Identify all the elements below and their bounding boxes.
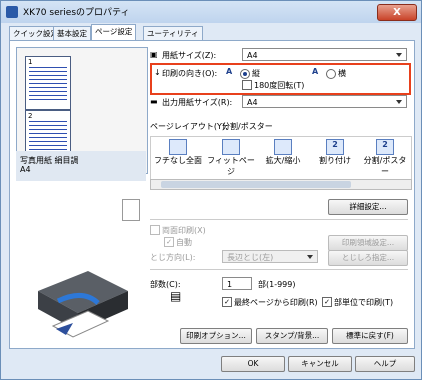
- portrait-icon: A: [226, 67, 233, 76]
- scrollbar-thumb[interactable]: [161, 181, 351, 188]
- cancel-button[interactable]: キャンセル: [288, 356, 352, 372]
- printer-icon: [6, 6, 18, 18]
- properties-window: XK70 seriesのプロパティ X クイック設定 基本設定 ページ設定 ユー…: [0, 0, 422, 380]
- page-size-label: 用紙サイズ(Z):: [162, 51, 217, 60]
- portrait-radio[interactable]: [240, 69, 250, 79]
- title-bar: XK70 seriesのプロパティ X: [1, 1, 421, 23]
- output-size-label: 出力用紙サイズ(R):: [162, 98, 233, 107]
- page-layout-label: ページレイアウト(Y):: [150, 122, 228, 131]
- portrait-label: 縦: [252, 69, 260, 78]
- fit-page-icon: [222, 139, 240, 155]
- defaults-button[interactable]: 標準に戻す(F): [332, 328, 408, 344]
- binding-label: とじ方向(L):: [150, 253, 196, 262]
- ok-button[interactable]: OK: [221, 356, 285, 372]
- preview-page-1: 1: [25, 56, 71, 110]
- arrow-icon: ↓: [154, 68, 161, 77]
- detail-settings-button[interactable]: 詳細設定...: [328, 199, 408, 215]
- print-options-button[interactable]: 印刷オプション...: [180, 328, 252, 344]
- paper-info: 写真用紙 絹目調 A4: [16, 151, 146, 181]
- layout-fit-to-page[interactable]: フィットページ: [206, 139, 256, 177]
- page-size-icon: ▣: [150, 50, 158, 59]
- margin-button[interactable]: とじしろ指定...: [328, 250, 408, 266]
- landscape-label: 横: [338, 69, 346, 78]
- copies-stepper[interactable]: 1: [222, 277, 252, 290]
- tab-main[interactable]: 基本設定: [53, 26, 91, 40]
- layout-borderless[interactable]: フチなし全面: [153, 139, 203, 166]
- scale-icon: [274, 139, 292, 155]
- borderless-icon: [169, 139, 187, 155]
- reverse-order-label: 最終ページから印刷(R): [234, 298, 318, 307]
- printer-illustration: [38, 271, 128, 338]
- auto-label: 自動: [176, 238, 192, 247]
- page-layout-value: 分割/ポスター: [222, 122, 273, 131]
- copies-stack-icon: ▤: [170, 289, 182, 303]
- output-size-select[interactable]: A4: [242, 95, 407, 108]
- divider: [150, 219, 408, 220]
- binding-select[interactable]: 長辺とじ(左): [222, 250, 318, 263]
- print-area-button[interactable]: 印刷領域設定...: [328, 235, 408, 251]
- page-setup-panel: 1 2 写真用紙 絹目調 A4 ▣ 用紙サイズ(Z): A4 ↓ 印刷の向き(O…: [9, 40, 415, 349]
- layout-scaled[interactable]: 拡大/縮小: [258, 139, 308, 166]
- divider: [150, 269, 408, 270]
- stamp-background-button[interactable]: スタンプ/背景...: [256, 328, 328, 344]
- page-layout-icon: 2: [326, 139, 344, 155]
- layout-page-layout[interactable]: 2 割り付け: [310, 139, 360, 166]
- chevron-down-icon: [396, 53, 402, 57]
- window-title: XK70 seriesのプロパティ: [23, 8, 130, 18]
- duplex-checkbox[interactable]: [150, 225, 160, 235]
- duplex-label: 両面印刷(X): [162, 226, 206, 235]
- collate-label: 部単位で印刷(T): [334, 298, 394, 307]
- rotate-180-checkbox[interactable]: [242, 80, 252, 90]
- auto-checkbox[interactable]: ✓: [164, 237, 174, 247]
- page-layout-list: フチなし全面 フィットページ 拡大/縮小 2 割り付け 2 分割/ポスター: [150, 136, 412, 181]
- reverse-order-checkbox[interactable]: ✓: [222, 297, 232, 307]
- output-size-icon: ▬: [150, 97, 158, 106]
- poster-icon: 2: [376, 139, 394, 155]
- landscape-icon: A: [312, 67, 319, 76]
- collate-checkbox[interactable]: ✓: [322, 297, 332, 307]
- copies-unit: 部(1-999): [258, 280, 296, 289]
- close-button[interactable]: X: [377, 4, 417, 21]
- help-button[interactable]: ヘルプ: [355, 356, 415, 372]
- layout-tiling-poster[interactable]: 2 分割/ポスター: [360, 139, 410, 177]
- landscape-radio[interactable]: [326, 69, 336, 79]
- paper-icon: [122, 199, 140, 221]
- tab-page-setup[interactable]: ページ設定: [91, 24, 137, 40]
- orientation-label: 印刷の向き(O):: [162, 69, 218, 78]
- chevron-down-icon: [396, 100, 402, 104]
- chevron-down-icon: [307, 255, 313, 259]
- layout-scrollbar[interactable]: [150, 179, 412, 190]
- page-size-select[interactable]: A4: [242, 48, 407, 61]
- rotate-180-label: 180度回転(T): [254, 81, 305, 90]
- tab-maintenance[interactable]: ユーティリティ: [143, 26, 203, 40]
